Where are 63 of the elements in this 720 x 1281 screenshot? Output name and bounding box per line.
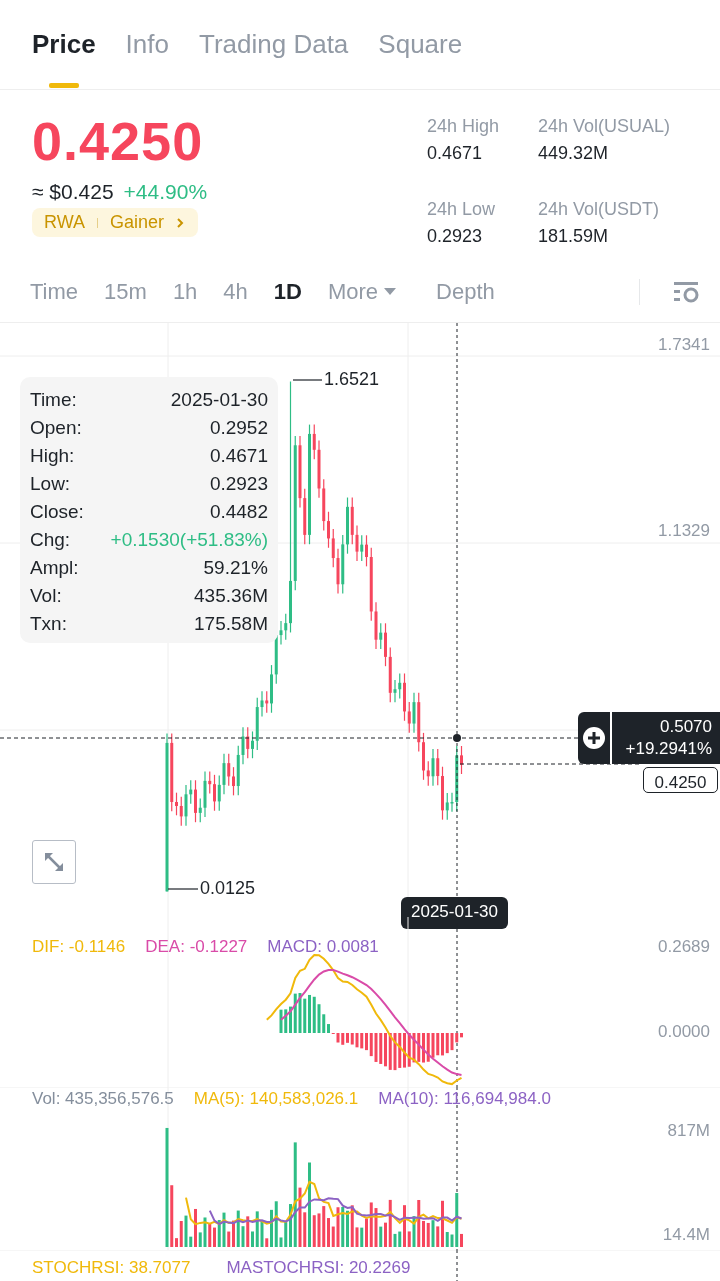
tooltip-value: 175.58M xyxy=(193,613,268,635)
tooltip-value: 2025-01-30 xyxy=(169,389,268,411)
stat-label: 24h High xyxy=(427,116,501,137)
tooltip-value: 0.2923 xyxy=(208,473,268,495)
stat-value: 0.2923 xyxy=(427,226,484,247)
stochrsi-legend: MASTOCHRSI: 20.2269 xyxy=(226,1258,411,1278)
tooltip-value: 0.4482 xyxy=(208,501,268,523)
price-axis-label: 1.7341 xyxy=(658,335,710,355)
tooltip-label: Chg: xyxy=(30,529,72,551)
interval-tab[interactable]: 1h xyxy=(172,279,198,305)
stochrsi-legend: STOCHRSI: 38.7077 xyxy=(32,1258,191,1278)
high-price-label: 1.6521 xyxy=(324,369,380,390)
price-axis-label: 1.1329 xyxy=(658,521,710,541)
crosshair-date-label: 2025-01-30 xyxy=(401,897,508,929)
interval-tab[interactable]: 15m xyxy=(104,279,147,305)
macd-legend: MACD: 0.0081 xyxy=(267,937,379,957)
tooltip-label: Ampl: xyxy=(30,557,80,579)
tooltip-value: 59.21% xyxy=(202,557,268,579)
tag-label: RWA xyxy=(44,212,85,233)
more-dropdown[interactable]: More xyxy=(327,279,397,305)
price-change: +44.90% xyxy=(123,180,208,204)
last-price: 0.4250 xyxy=(32,110,205,172)
interval-tab[interactable]: 1D xyxy=(273,279,302,305)
volume-axis-label: 817M xyxy=(667,1121,710,1141)
volume-legend: MA(10): 116,694,984.0 xyxy=(378,1089,551,1109)
fiat-price: ≈ $0.425 xyxy=(32,180,114,204)
tab[interactable]: Price xyxy=(32,1,96,88)
tab[interactable]: Square xyxy=(378,1,463,88)
volume-legend: Vol: 435,356,576.5 xyxy=(32,1089,174,1109)
tooltip-value: +0.1530(+51.83%) xyxy=(109,529,268,551)
tooltip-value: 0.2952 xyxy=(208,417,268,439)
macd-legend: DEA: -0.1227 xyxy=(145,937,248,957)
tag-label: Gainer xyxy=(110,212,165,233)
macd-axis-label: 0.0000 xyxy=(658,1022,710,1042)
stat-label: 24h Low xyxy=(427,199,497,220)
stat-value: 449.32M xyxy=(538,143,610,164)
crosshair-change: +19.2941% xyxy=(625,738,712,760)
tooltip-label: Close: xyxy=(30,501,84,523)
tooltip-label: Vol: xyxy=(30,585,63,607)
tag-pill[interactable]: RWA Gainer xyxy=(32,208,199,237)
macd-axis-label: 0.2689 xyxy=(658,937,710,957)
volume-axis-label: 14.4M xyxy=(662,1225,710,1245)
stat-label: 24h Vol(USDT) xyxy=(538,199,661,220)
tooltip-label: Low: xyxy=(30,473,72,495)
tooltip-label: High: xyxy=(30,445,76,467)
stat-value: 0.4671 xyxy=(427,143,484,164)
tooltip-value: 435.36M xyxy=(193,585,268,607)
crosshair-price: 0.5070 xyxy=(660,716,712,738)
stat-value: 181.59M xyxy=(538,226,610,247)
interval-tab[interactable]: Time xyxy=(30,279,79,305)
tab[interactable]: Trading Data xyxy=(199,1,349,88)
stat-label: 24h Vol(USUAL) xyxy=(538,116,672,137)
tooltip-label: Txn: xyxy=(30,613,68,635)
tooltip-value: 0.4671 xyxy=(208,445,268,467)
low-price-label: 0.0125 xyxy=(200,878,256,899)
volume-legend: MA(5): 140,583,026.1 xyxy=(193,1089,359,1109)
macd-legend: DIF: -0.1146 xyxy=(32,937,126,957)
tab[interactable]: Info xyxy=(125,1,169,88)
interval-tab[interactable]: 4h xyxy=(223,279,248,305)
last-price-tag: 0.4250 xyxy=(643,767,718,793)
tooltip-label: Open: xyxy=(30,417,83,439)
interval-tab[interactable]: Depth xyxy=(436,279,495,305)
tooltip-label: Time: xyxy=(30,389,78,411)
